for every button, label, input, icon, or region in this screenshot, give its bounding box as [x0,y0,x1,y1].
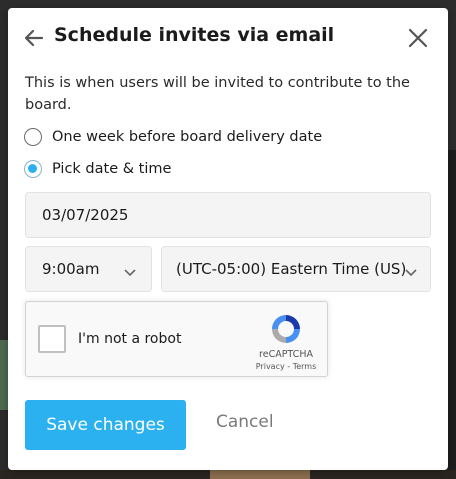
chevron-down-icon [405,264,417,277]
recaptcha-label: I'm not a robot [78,331,182,347]
date-value: 03/07/2025 [42,206,129,224]
timezone-value: (UTC-05:00) Eastern Time (US) [176,260,407,278]
backdrop-image [0,340,8,410]
modal-header: Schedule invites via email [8,8,448,64]
time-value: 9:00am [42,260,100,278]
radio-button-selected[interactable] [24,160,42,178]
radio-button[interactable] [24,128,42,146]
recaptcha-privacy-terms-link[interactable]: Privacy - Terms [248,362,324,371]
recaptcha-checkbox[interactable] [38,325,66,353]
option-one-week-before[interactable]: One week before board delivery date [24,125,322,149]
cancel-button[interactable]: Cancel [216,412,274,432]
option-label: One week before board delivery date [52,129,323,145]
schedule-invites-modal: Schedule invites via email This is when … [8,8,448,470]
time-select[interactable]: 9:00am [25,246,152,292]
save-changes-button[interactable]: Save changes [25,400,186,450]
timezone-select[interactable]: (UTC-05:00) Eastern Time (US) [161,246,431,292]
back-arrow-icon[interactable] [22,26,46,50]
option-label: Pick date & time [52,161,172,177]
recaptcha-brand: reCAPTCHA [259,349,313,360]
option-pick-date-time[interactable]: Pick date & time [24,157,171,181]
date-input[interactable]: 03/07/2025 [25,192,431,238]
chevron-down-icon [124,264,136,277]
recaptcha-logo-icon [269,312,303,346]
modal-title: Schedule invites via email [54,24,335,46]
close-icon[interactable] [407,27,429,49]
backdrop-panel [448,150,456,479]
recaptcha-widget: I'm not a robot reCAPTCHA Privacy - Term… [25,301,328,377]
modal-description: This is when users will be invited to co… [25,75,410,113]
backdrop-photo [210,470,310,479]
